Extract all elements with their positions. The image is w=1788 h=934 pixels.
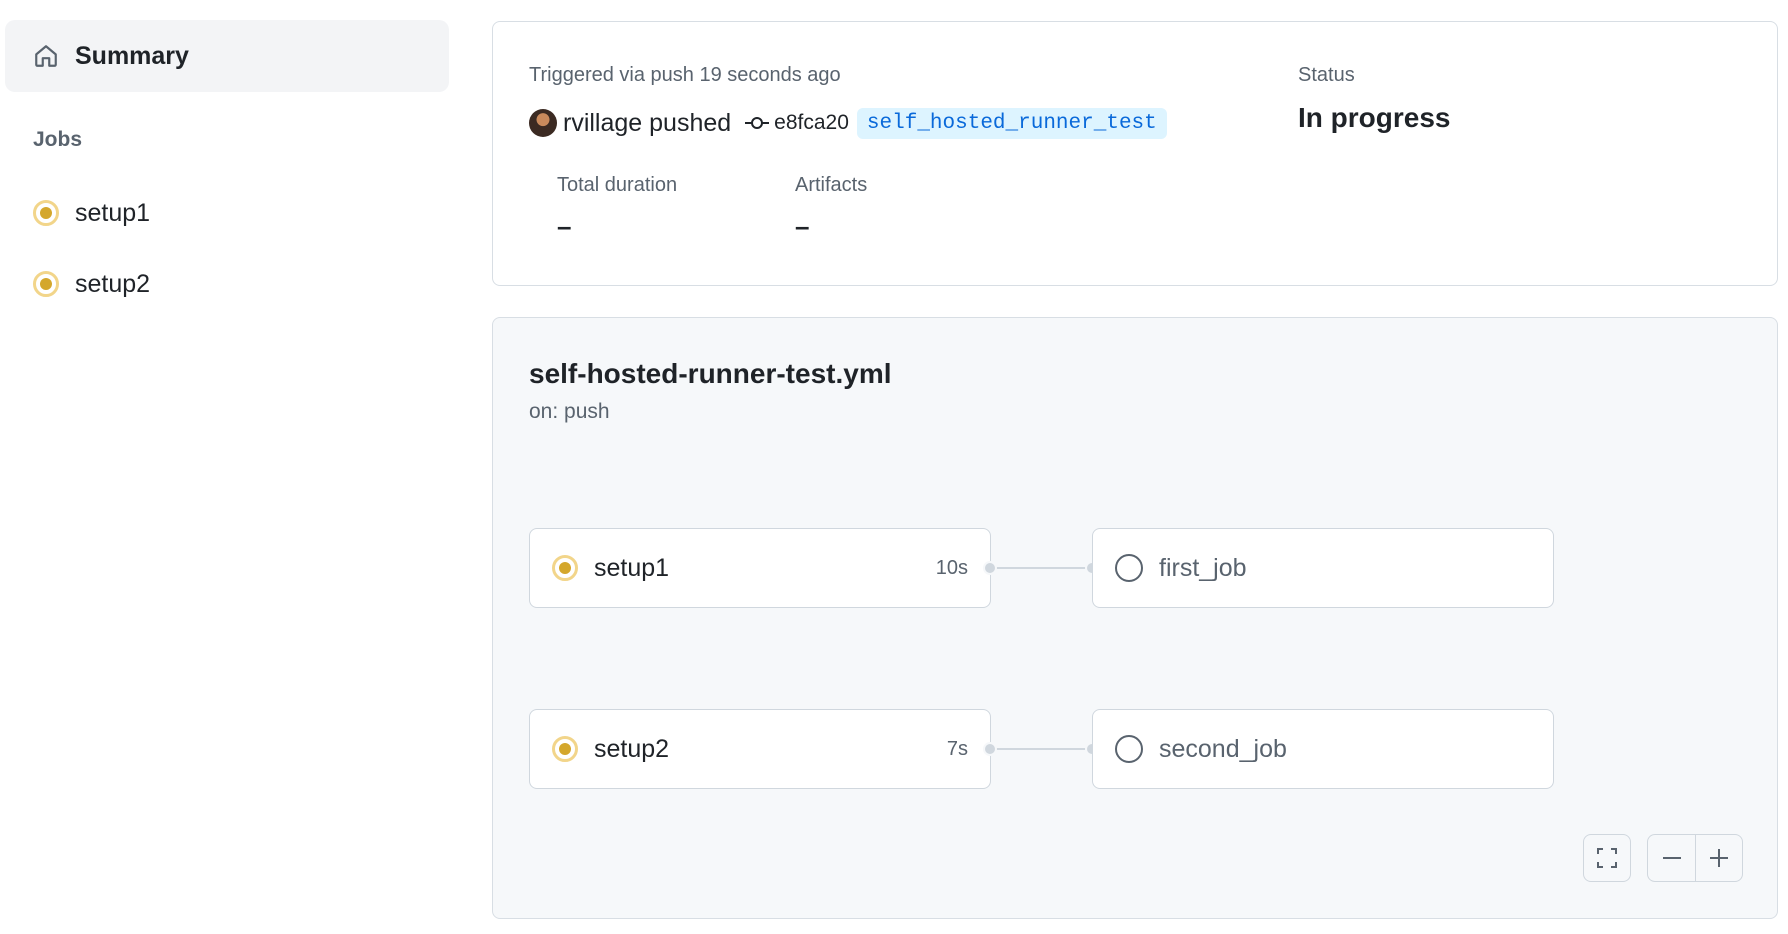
avatar[interactable]: [529, 109, 557, 137]
sidebar: Summary Jobs setup1 setup2: [0, 0, 460, 934]
trigger-text: Triggered via push 19 seconds ago: [529, 64, 841, 86]
queued-icon: [1115, 735, 1143, 763]
workflow-trigger: on: push: [529, 400, 610, 423]
run-summary-card: Triggered via push 19 seconds ago rvilla…: [492, 21, 1778, 286]
fullscreen-button[interactable]: [1583, 834, 1631, 882]
sidebar-item-setup2[interactable]: setup2: [33, 262, 150, 306]
plus-icon: [1708, 847, 1730, 869]
workflow-file-name: self-hosted-runner-test.yml: [529, 358, 892, 389]
in-progress-icon: [552, 736, 578, 762]
in-progress-icon: [33, 271, 59, 297]
zoom-controls: [1647, 834, 1743, 882]
total-duration: Total duration –: [557, 174, 677, 242]
job-duration: 10s: [935, 556, 968, 579]
status-value: In progress: [1298, 102, 1451, 133]
connector-node: [983, 561, 997, 575]
job-name: first_job: [1159, 553, 1247, 582]
job-connector: [991, 748, 1091, 750]
branch-label[interactable]: self_hosted_runner_test: [856, 107, 1167, 139]
artifacts-value: –: [795, 211, 810, 241]
total-duration-value: –: [557, 211, 572, 241]
fullscreen-icon: [1595, 846, 1619, 870]
job-name: second_job: [1159, 734, 1287, 763]
artifacts: Artifacts –: [795, 174, 867, 242]
zoom-out-button[interactable]: [1649, 835, 1695, 881]
sidebar-item-label: setup2: [75, 269, 151, 298]
minus-icon: [1661, 847, 1683, 869]
artifacts-label: Artifacts: [795, 174, 868, 196]
job-connector: [991, 567, 1091, 569]
job-name: setup1: [594, 553, 670, 582]
sidebar-item-summary[interactable]: Summary: [5, 20, 449, 92]
push-info: rvillage pushed e8fca20 self_hosted_runn…: [529, 106, 1167, 140]
zoom-in-button[interactable]: [1695, 835, 1741, 881]
in-progress-icon: [33, 200, 59, 226]
job-duration: 7s: [946, 737, 968, 760]
in-progress-icon: [552, 555, 578, 581]
job-node-setup2[interactable]: setup2 7s: [529, 709, 991, 789]
jobs-heading: Jobs: [33, 128, 83, 151]
commit-sha-link[interactable]: e8fca20: [774, 111, 849, 135]
workflow-graph: self-hosted-runner-test.yml on: push set…: [492, 317, 1778, 919]
queued-icon: [1115, 554, 1143, 582]
pusher-link[interactable]: rvillage pushed: [563, 109, 731, 138]
job-node-second-job[interactable]: second_job: [1092, 709, 1554, 789]
home-icon: [33, 43, 59, 69]
git-commit-icon: [745, 115, 770, 131]
job-node-first-job[interactable]: first_job: [1092, 528, 1554, 608]
connector-node: [983, 742, 997, 756]
total-duration-label: Total duration: [557, 174, 678, 196]
status-label: Status: [1298, 64, 1355, 86]
sidebar-item-label: Summary: [75, 41, 189, 70]
job-node-setup1[interactable]: setup1 10s: [529, 528, 991, 608]
sidebar-item-label: setup1: [75, 198, 151, 227]
job-name: setup2: [594, 734, 670, 763]
sidebar-item-setup1[interactable]: setup1: [33, 191, 150, 235]
